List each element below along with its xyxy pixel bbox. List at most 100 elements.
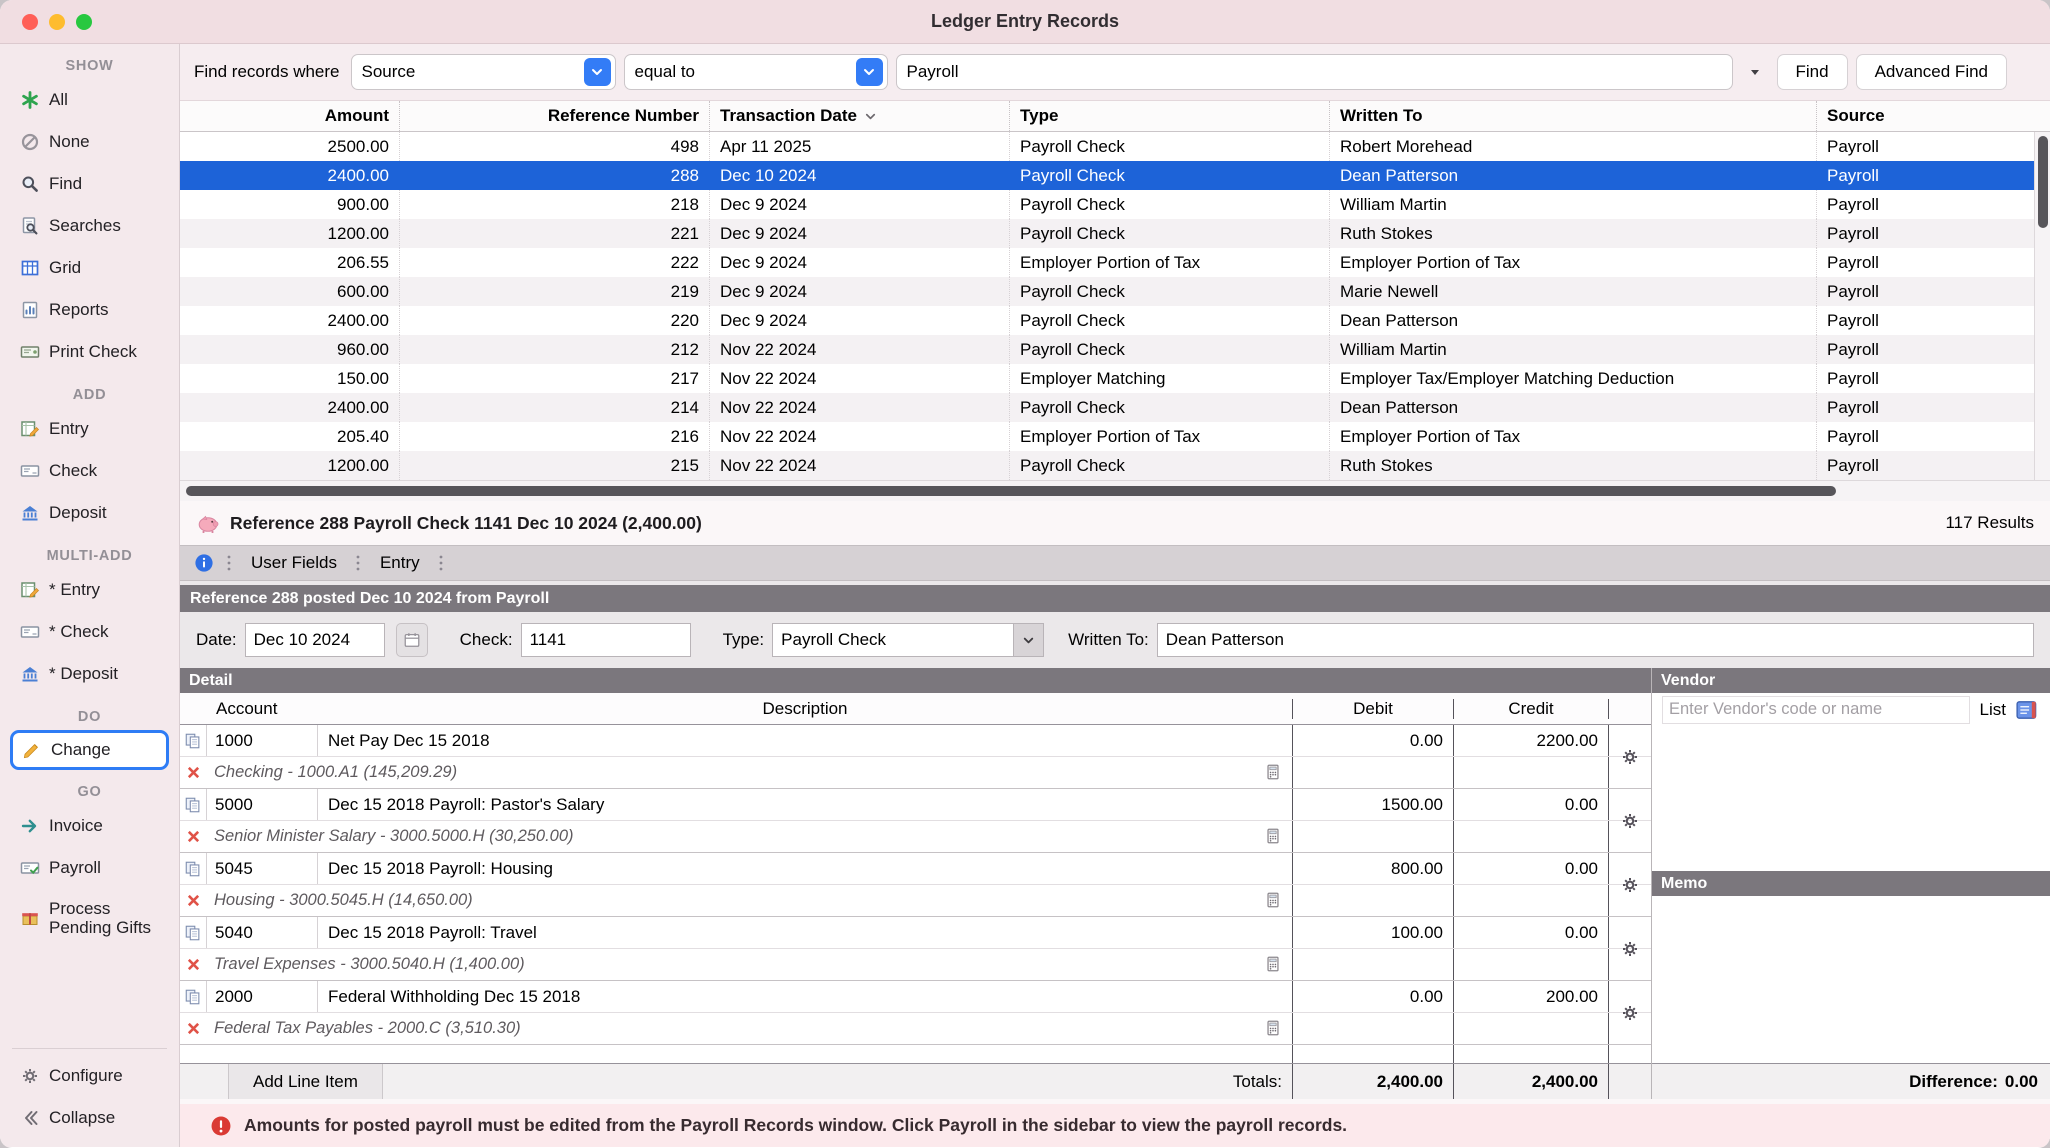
debit-cell[interactable]: 800.00 bbox=[1292, 853, 1453, 884]
sidebar-item-multi-check[interactable]: * Check bbox=[0, 611, 179, 653]
sidebar-item-find[interactable]: Find bbox=[0, 163, 179, 205]
zoom-window-button[interactable] bbox=[76, 14, 92, 30]
description-cell[interactable]: Federal Withholding Dec 15 2018 bbox=[318, 981, 1292, 1012]
recent-searches-disclosure[interactable] bbox=[1741, 54, 1769, 90]
table-row[interactable]: 2500.00498Apr 11 2025Payroll CheckRobert… bbox=[180, 132, 2050, 161]
delete-line-button[interactable] bbox=[180, 949, 206, 980]
sidebar-item-process-pending-gifts[interactable]: Process Pending Gifts bbox=[0, 889, 179, 947]
sidebar-item-multi-deposit[interactable]: * Deposit bbox=[0, 653, 179, 695]
advanced-find-button[interactable]: Advanced Find bbox=[1856, 54, 2007, 90]
sidebar-item-configure[interactable]: Configure bbox=[0, 1055, 179, 1097]
sidebar-item-searches[interactable]: Searches bbox=[0, 205, 179, 247]
horizontal-scrollbar-thumb[interactable] bbox=[186, 486, 1836, 496]
sidebar-item-print-check[interactable]: Print Check bbox=[0, 331, 179, 373]
sidebar-item-change[interactable]: Change bbox=[10, 730, 169, 770]
calculator-button[interactable] bbox=[1260, 1016, 1286, 1040]
vertical-scrollbar-thumb[interactable] bbox=[2038, 136, 2048, 228]
horizontal-scrollbar[interactable] bbox=[180, 480, 2050, 501]
delete-line-button[interactable] bbox=[180, 1013, 206, 1044]
sidebar-item-grid[interactable]: Grid bbox=[0, 247, 179, 289]
minimize-window-button[interactable] bbox=[49, 14, 65, 30]
sidebar-item-none[interactable]: None bbox=[0, 121, 179, 163]
sidebar-item-collapse[interactable]: Collapse bbox=[0, 1097, 179, 1139]
table-row[interactable]: 900.00218Dec 9 2024Payroll CheckWilliam … bbox=[180, 190, 2050, 219]
delete-line-button[interactable] bbox=[180, 821, 206, 852]
credit-cell[interactable]: 0.00 bbox=[1453, 853, 1609, 884]
find-field-select[interactable]: Source bbox=[351, 54, 616, 90]
table-row[interactable]: 600.00219Dec 9 2024Payroll CheckMarie Ne… bbox=[180, 277, 2050, 306]
grip-dots-icon[interactable] bbox=[226, 553, 233, 573]
column-header-written-to[interactable]: Written To bbox=[1330, 101, 1817, 131]
vendor-list-icon[interactable] bbox=[2016, 700, 2040, 720]
sidebar-item-all[interactable]: All bbox=[0, 79, 179, 121]
table-row[interactable]: 2400.00220Dec 9 2024Payroll CheckDean Pa… bbox=[180, 306, 2050, 335]
account-cell[interactable]: 5045 bbox=[206, 853, 318, 884]
description-cell[interactable]: Dec 15 2018 Payroll: Travel bbox=[318, 917, 1292, 948]
column-header-type[interactable]: Type bbox=[1010, 101, 1330, 131]
account-cell[interactable]: 5000 bbox=[206, 789, 318, 820]
column-header-source[interactable]: Source bbox=[1817, 101, 2050, 131]
calculator-button[interactable] bbox=[1260, 760, 1286, 784]
description-cell[interactable]: Dec 15 2018 Payroll: Housing bbox=[318, 853, 1292, 884]
grip-dots-icon[interactable] bbox=[438, 553, 445, 573]
line-settings-button[interactable] bbox=[1609, 917, 1651, 980]
sidebar-item-invoice[interactable]: Invoice bbox=[0, 805, 179, 847]
calculator-button[interactable] bbox=[1260, 888, 1286, 912]
find-button[interactable]: Find bbox=[1777, 54, 1848, 90]
table-row[interactable]: 205.40216Nov 22 2024Employer Portion of … bbox=[180, 422, 2050, 451]
grip-dots-icon[interactable] bbox=[355, 553, 362, 573]
table-row[interactable]: 206.55222Dec 9 2024Employer Portion of T… bbox=[180, 248, 2050, 277]
memo-text-area[interactable] bbox=[1652, 896, 2050, 1063]
find-operator-select[interactable]: equal to bbox=[624, 54, 888, 90]
table-row[interactable]: 960.00212Nov 22 2024Payroll CheckWilliam… bbox=[180, 335, 2050, 364]
account-cell[interactable]: 1000 bbox=[206, 725, 318, 756]
line-settings-button[interactable] bbox=[1609, 789, 1651, 852]
description-cell[interactable]: Net Pay Dec 15 2018 bbox=[318, 725, 1292, 756]
credit-cell[interactable]: 0.00 bbox=[1453, 917, 1609, 948]
description-cell[interactable]: Dec 15 2018 Payroll: Pastor's Salary bbox=[318, 789, 1292, 820]
sidebar-item-check[interactable]: Check bbox=[0, 450, 179, 492]
vertical-scrollbar[interactable] bbox=[2034, 132, 2050, 480]
account-cell[interactable]: 5040 bbox=[206, 917, 318, 948]
delete-line-button[interactable] bbox=[180, 885, 206, 916]
vendor-input[interactable] bbox=[1662, 696, 1970, 724]
table-row[interactable]: 150.00217Nov 22 2024Employer MatchingEmp… bbox=[180, 364, 2050, 393]
table-row[interactable]: 1200.00215Nov 22 2024Payroll CheckRuth S… bbox=[180, 451, 2050, 480]
debit-cell[interactable]: 0.00 bbox=[1292, 981, 1453, 1012]
sidebar-item-reports[interactable]: Reports bbox=[0, 289, 179, 331]
table-row[interactable]: 2400.00214Nov 22 2024Payroll CheckDean P… bbox=[180, 393, 2050, 422]
line-settings-button[interactable] bbox=[1609, 725, 1651, 788]
sidebar-item-deposit[interactable]: Deposit bbox=[0, 492, 179, 534]
find-value-input[interactable] bbox=[896, 54, 1733, 90]
date-field[interactable] bbox=[245, 623, 385, 657]
sidebar-item-payroll[interactable]: Payroll bbox=[0, 847, 179, 889]
credit-cell[interactable]: 2200.00 bbox=[1453, 725, 1609, 756]
column-header-transaction-date[interactable]: Transaction Date bbox=[710, 101, 1010, 131]
credit-cell[interactable]: 200.00 bbox=[1453, 981, 1609, 1012]
line-settings-button[interactable] bbox=[1609, 981, 1651, 1044]
credit-cell[interactable]: 0.00 bbox=[1453, 789, 1609, 820]
check-number-field[interactable] bbox=[521, 623, 691, 657]
table-row-selected[interactable]: 2400.00288Dec 10 2024Payroll CheckDean P… bbox=[180, 161, 2050, 190]
calculator-button[interactable] bbox=[1260, 952, 1286, 976]
table-row[interactable]: 1200.00221Dec 9 2024Payroll CheckRuth St… bbox=[180, 219, 2050, 248]
debit-cell[interactable]: 100.00 bbox=[1292, 917, 1453, 948]
sidebar-item-multi-entry[interactable]: * Entry bbox=[0, 569, 179, 611]
close-window-button[interactable] bbox=[22, 14, 38, 30]
line-settings-button[interactable] bbox=[1609, 853, 1651, 916]
type-select[interactable]: Payroll Check bbox=[772, 623, 1044, 657]
add-line-item-button[interactable]: Add Line Item bbox=[228, 1064, 383, 1099]
calendar-button[interactable] bbox=[396, 623, 428, 657]
sidebar-item-entry[interactable]: Entry bbox=[0, 408, 179, 450]
debit-cell[interactable]: 1500.00 bbox=[1292, 789, 1453, 820]
info-icon[interactable] bbox=[194, 553, 214, 573]
debit-cell[interactable]: 0.00 bbox=[1292, 725, 1453, 756]
account-cell[interactable]: 2000 bbox=[206, 981, 318, 1012]
column-header-reference-number[interactable]: Reference Number bbox=[400, 101, 710, 131]
column-header-amount[interactable]: Amount bbox=[180, 101, 400, 131]
delete-line-button[interactable] bbox=[180, 757, 206, 788]
calculator-button[interactable] bbox=[1260, 824, 1286, 848]
tab-user-fields[interactable]: User Fields bbox=[245, 553, 343, 573]
tab-entry[interactable]: Entry bbox=[374, 553, 426, 573]
written-to-field[interactable] bbox=[1157, 623, 2034, 657]
